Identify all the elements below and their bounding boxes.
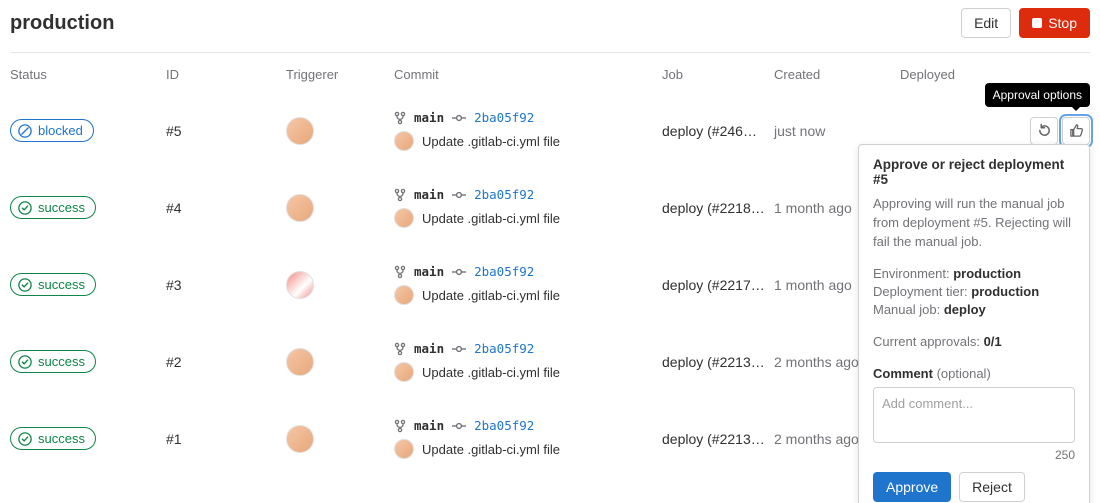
branch-name[interactable]: main	[414, 187, 444, 202]
author-avatar[interactable]	[394, 439, 414, 459]
fork-icon	[394, 265, 406, 279]
comment-input[interactable]	[873, 387, 1075, 443]
deployment-id[interactable]: #5	[166, 123, 286, 139]
stop-button[interactable]: Stop	[1019, 8, 1090, 38]
reject-button[interactable]: Reject	[959, 472, 1025, 502]
commit-icon	[452, 113, 466, 123]
approval-options-button[interactable]	[1062, 117, 1090, 145]
popover-desc: Approving will run the manual job from d…	[873, 195, 1075, 252]
job-link[interactable]: deploy (#246…	[662, 123, 774, 139]
triggerer-avatar[interactable]	[286, 117, 314, 145]
commit-message[interactable]: Update .gitlab-ci.yml file	[422, 442, 560, 457]
author-avatar[interactable]	[394, 362, 414, 382]
status-badge: blocked	[10, 119, 94, 142]
job-link[interactable]: deploy (#2213…	[662, 431, 774, 447]
fork-icon	[394, 188, 406, 202]
commit-message[interactable]: Update .gitlab-ci.yml file	[422, 365, 560, 380]
commit-sha[interactable]: 2ba05f92	[474, 264, 534, 279]
commit-sha[interactable]: 2ba05f92	[474, 341, 534, 356]
author-avatar[interactable]	[394, 285, 414, 305]
status-badge: success	[10, 273, 96, 296]
branch-name[interactable]: main	[414, 264, 444, 279]
fork-icon	[394, 111, 406, 125]
table-header: Status ID Triggerer Commit Job Created D…	[10, 53, 1090, 92]
deployment-id[interactable]: #2	[166, 354, 286, 370]
fork-icon	[394, 342, 406, 356]
approval-popover: Approve or reject deployment #5 Approvin…	[858, 144, 1090, 503]
branch-name[interactable]: main	[414, 418, 444, 433]
fork-icon	[394, 419, 406, 433]
col-header-deployed: Deployed	[900, 67, 1020, 82]
deployment-id[interactable]: #1	[166, 431, 286, 447]
triggerer-avatar[interactable]	[286, 348, 314, 376]
commit-icon	[452, 190, 466, 200]
char-counter: 250	[873, 448, 1075, 462]
stop-icon	[1032, 18, 1042, 28]
status-badge: success	[10, 427, 96, 450]
triggerer-avatar[interactable]	[286, 194, 314, 222]
triggerer-avatar[interactable]	[286, 271, 314, 299]
deployment-id[interactable]: #3	[166, 277, 286, 293]
commit-icon	[452, 344, 466, 354]
triggerer-avatar[interactable]	[286, 425, 314, 453]
commit-message[interactable]: Update .gitlab-ci.yml file	[422, 134, 560, 149]
col-header-job: Job	[662, 67, 774, 82]
redeploy-button[interactable]	[1030, 117, 1058, 145]
commit-message[interactable]: Update .gitlab-ci.yml file	[422, 211, 560, 226]
edit-button[interactable]: Edit	[961, 8, 1011, 38]
approve-button[interactable]: Approve	[873, 472, 951, 502]
commit-message[interactable]: Update .gitlab-ci.yml file	[422, 288, 560, 303]
col-header-commit: Commit	[394, 67, 662, 82]
col-header-status: Status	[10, 67, 166, 82]
commit-sha[interactable]: 2ba05f92	[474, 110, 534, 125]
commit-icon	[452, 421, 466, 431]
status-badge: success	[10, 350, 96, 373]
deployment-id[interactable]: #4	[166, 200, 286, 216]
comment-label: Comment	[873, 366, 933, 381]
created-time: just now	[774, 123, 900, 139]
commit-sha[interactable]: 2ba05f92	[474, 187, 534, 202]
col-header-id: ID	[166, 67, 286, 82]
page-title: production	[10, 12, 114, 35]
col-header-created: Created	[774, 67, 900, 82]
popover-title: Approve or reject deployment #5	[873, 157, 1075, 187]
commit-icon	[452, 267, 466, 277]
job-link[interactable]: deploy (#2217…	[662, 277, 774, 293]
job-link[interactable]: deploy (#2218…	[662, 200, 774, 216]
author-avatar[interactable]	[394, 208, 414, 228]
commit-sha[interactable]: 2ba05f92	[474, 418, 534, 433]
tooltip: Approval options	[985, 83, 1090, 107]
branch-name[interactable]: main	[414, 341, 444, 356]
col-header-triggerer: Triggerer	[286, 67, 394, 82]
status-badge: success	[10, 196, 96, 219]
author-avatar[interactable]	[394, 131, 414, 151]
job-link[interactable]: deploy (#2213…	[662, 354, 774, 370]
branch-name[interactable]: main	[414, 110, 444, 125]
